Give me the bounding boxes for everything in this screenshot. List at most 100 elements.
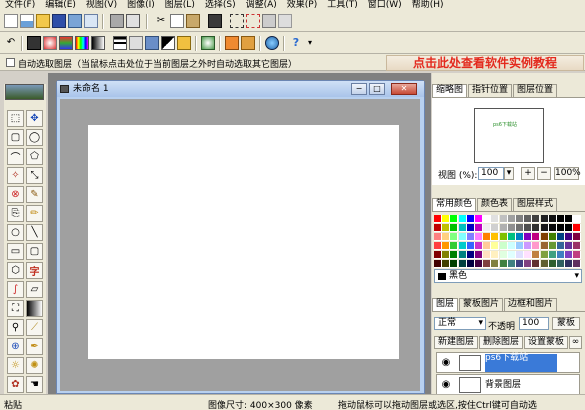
color-swatch[interactable] (507, 251, 516, 259)
menu-file[interactable]: 文件(F) (0, 1, 40, 10)
line-tool[interactable]: ╲ (26, 224, 43, 241)
color-swatch[interactable] (565, 251, 574, 259)
clone-tool[interactable]: ⎘ (7, 205, 24, 222)
color-swatch[interactable] (491, 260, 500, 268)
color-swatch[interactable] (573, 242, 582, 250)
color-swatch[interactable] (442, 242, 451, 250)
menu-select[interactable]: 选择(S) (200, 1, 241, 10)
color-swatch[interactable] (565, 260, 574, 268)
lasso-tool[interactable]: ⌒ (7, 148, 24, 165)
color-swatch[interactable] (442, 233, 451, 241)
zoom-in-button[interactable]: + (521, 167, 535, 180)
fill-tool[interactable]: ⛶ (7, 300, 24, 317)
set-mask-button[interactable]: 设置蒙板 (524, 336, 568, 349)
color-swatch[interactable] (524, 251, 533, 259)
color-swatch[interactable] (442, 224, 451, 232)
menu-adjust[interactable]: 调整(A) (241, 1, 282, 10)
capture-icon[interactable] (126, 14, 140, 28)
tab-color-table[interactable]: 颜色表 (477, 198, 513, 211)
brush-tool[interactable]: ✎ (26, 186, 43, 203)
color-swatch[interactable] (458, 242, 467, 250)
zoom-tool[interactable]: ⊕ (7, 338, 24, 355)
color-swatch[interactable] (434, 233, 442, 241)
select-all-icon[interactable] (230, 14, 244, 28)
move-tool[interactable]: ✥ (26, 110, 43, 127)
gradient-icon[interactable] (75, 36, 89, 50)
frame-icon[interactable] (225, 36, 239, 50)
tab-mask-image[interactable]: 蒙板图片 (459, 298, 504, 311)
color-swatch[interactable] (532, 233, 541, 241)
tab-layer-style[interactable]: 图层样式 (513, 198, 558, 211)
color-swatch[interactable] (540, 260, 549, 268)
zoom-input[interactable]: 100 (478, 167, 504, 180)
selected-color[interactable]: 黑色 ▾ (434, 269, 582, 283)
levels-icon[interactable] (113, 36, 127, 50)
color-swatch[interactable] (507, 215, 516, 223)
menu-effects[interactable]: 效果(P) (282, 1, 322, 10)
tab-layers[interactable]: 图层 (432, 298, 459, 311)
scanner-icon[interactable] (110, 14, 124, 28)
grayscale-icon[interactable] (91, 36, 105, 50)
color-swatch[interactable] (499, 260, 508, 268)
effects-icon[interactable] (201, 36, 215, 50)
color-swatch[interactable] (499, 251, 508, 259)
brightness-icon[interactable] (27, 36, 41, 50)
minimize-button[interactable]: − (351, 83, 367, 95)
zoom-out-button[interactable]: − (537, 167, 551, 180)
color-swatch[interactable] (434, 242, 442, 250)
color-palette[interactable] (434, 215, 582, 269)
polygon-tool[interactable]: ⬡ (7, 262, 24, 279)
color-swatch[interactable] (548, 242, 557, 250)
eyedropper-tool[interactable]: ⚲ (7, 319, 24, 336)
color-swatch[interactable] (516, 215, 524, 223)
print-preview-icon[interactable] (68, 14, 82, 28)
magic-wand-tool[interactable]: ✧ (7, 167, 24, 184)
menu-help[interactable]: 帮助(H) (407, 1, 449, 10)
close-button[interactable]: ✕ (391, 83, 417, 95)
copy-icon[interactable] (170, 14, 184, 28)
navigator-thumbnail[interactable]: ps6下载站 (474, 108, 544, 163)
color-swatch[interactable] (524, 260, 533, 268)
auto-select-checkbox[interactable] (6, 58, 15, 67)
zoom-100-button[interactable]: 100% (554, 167, 581, 180)
rectangle-tool[interactable]: ▭ (7, 243, 24, 260)
color-swatch[interactable] (516, 242, 524, 250)
color-swatch[interactable] (507, 260, 516, 268)
color-swatch[interactable] (540, 224, 549, 232)
opacity-input[interactable]: 100 (519, 317, 549, 330)
menu-edit[interactable]: 编辑(E) (40, 1, 81, 10)
tab-pointer-position[interactable]: 指针位置 (468, 84, 513, 97)
color-swatch[interactable] (532, 215, 541, 223)
dodge-tool[interactable]: ☼ (7, 357, 24, 374)
document-titlebar[interactable]: 未命名 1 − □ ✕ (57, 81, 424, 97)
color-swatch[interactable] (548, 233, 557, 241)
color-swatch[interactable] (565, 233, 574, 241)
color-swatch[interactable] (483, 260, 492, 268)
mask-button[interactable]: 蒙板 (552, 317, 580, 330)
transform-tool[interactable]: ⤡ (26, 167, 43, 184)
color-swatch[interactable] (524, 224, 533, 232)
color-swatch[interactable] (565, 215, 574, 223)
color-swatch[interactable] (491, 233, 500, 241)
color-swatch[interactable] (483, 233, 492, 241)
color-swatch[interactable] (450, 251, 459, 259)
color-swatch[interactable] (450, 242, 459, 250)
eye-icon[interactable]: ◉ (439, 356, 453, 369)
menu-image[interactable]: 图像(I) (122, 1, 160, 10)
color-swatch[interactable] (532, 260, 541, 268)
emboss-icon[interactable] (177, 36, 191, 50)
color-swatch[interactable] (532, 251, 541, 259)
color-swatch[interactable] (458, 233, 467, 241)
color-swatch[interactable] (483, 242, 492, 250)
color-swatch[interactable] (475, 215, 483, 223)
color-swatch[interactable] (466, 251, 475, 259)
color-swatch[interactable] (540, 251, 549, 259)
new-layer-button[interactable]: 新建图层 (434, 336, 478, 349)
color-swatch[interactable] (507, 233, 516, 241)
color-swatch[interactable] (499, 233, 508, 241)
open-icon[interactable] (36, 14, 50, 28)
color-swatch[interactable] (434, 260, 442, 268)
color-swatch[interactable] (573, 224, 582, 232)
color-swatch[interactable] (483, 224, 492, 232)
color-swatch[interactable] (573, 251, 582, 259)
